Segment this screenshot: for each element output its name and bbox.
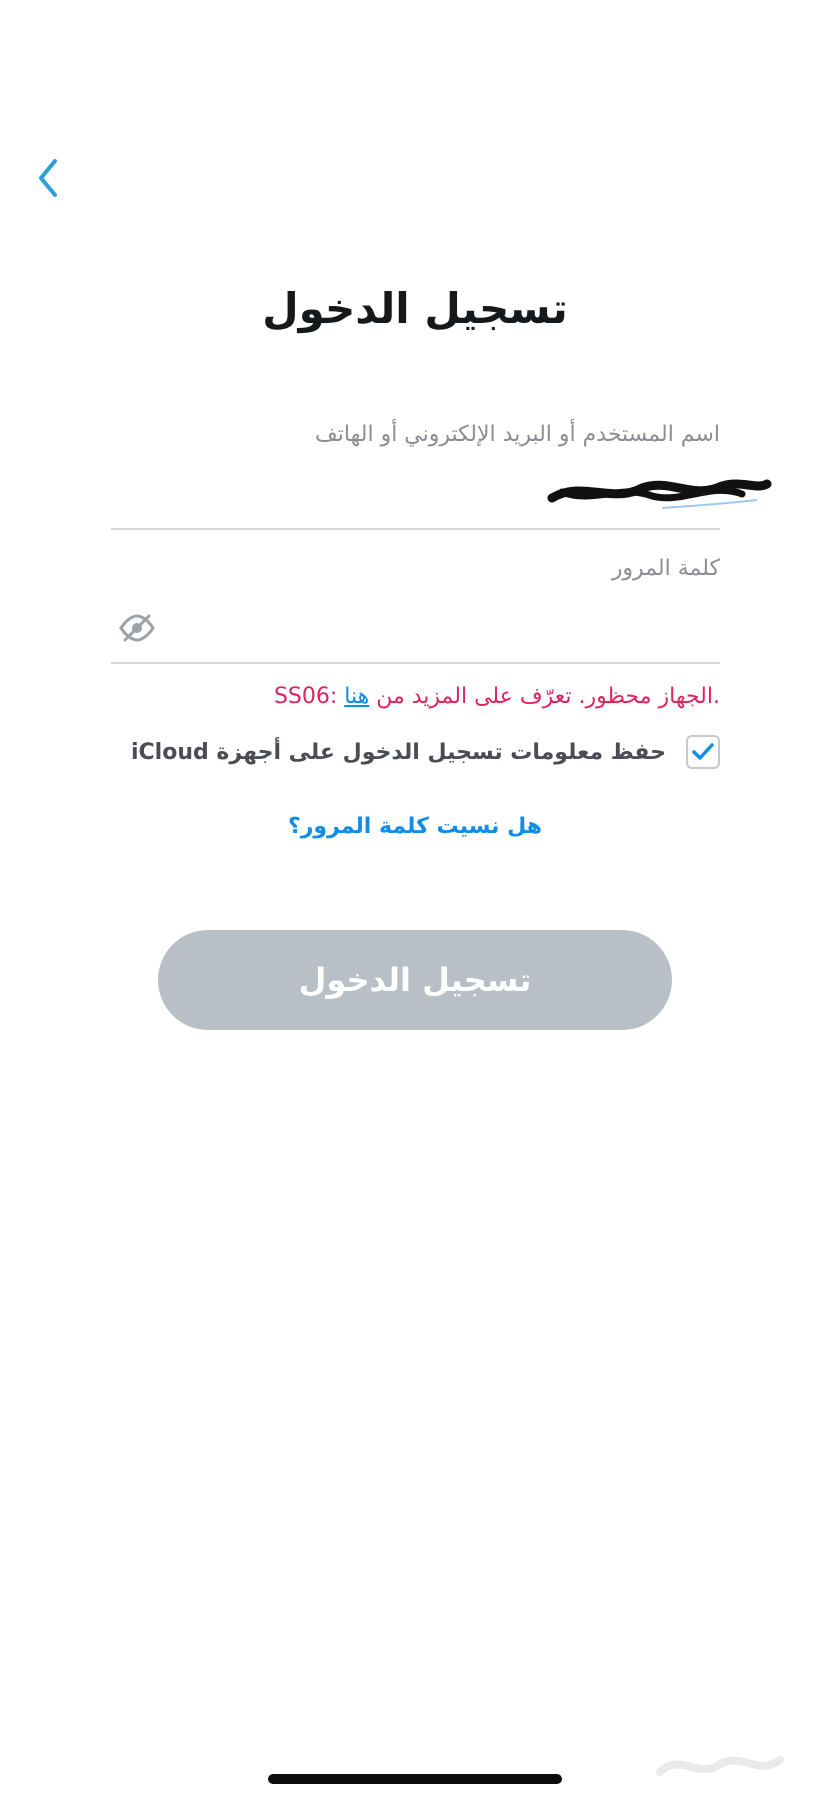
remember-login-label: حفظ معلومات تسجيل الدخول على أجهزة iClou… <box>131 739 666 765</box>
error-learn-more-link[interactable]: هنا <box>344 684 369 709</box>
password-underline <box>111 662 720 664</box>
forgot-password-link[interactable]: هل نسيت كلمة المرور؟ <box>0 814 830 839</box>
username-input[interactable] <box>111 470 720 514</box>
error-text: .الجهاز محظور. تعرّف على المزيد من <box>369 684 720 709</box>
password-field-group: كلمة المرور <box>111 556 720 666</box>
error-code: :SS06 <box>273 684 345 709</box>
back-button[interactable] <box>26 150 70 206</box>
remember-login-checkbox[interactable] <box>686 735 720 769</box>
username-label: اسم المستخدم أو البريد الإلكتروني أو اله… <box>315 422 720 447</box>
login-button[interactable]: تسجيل الدخول <box>158 930 672 1030</box>
password-input[interactable] <box>111 606 720 650</box>
checkmark-icon <box>692 743 714 760</box>
username-underline <box>111 528 720 530</box>
remember-login-row: حفظ معلومات تسجيل الدخول على أجهزة iClou… <box>131 734 720 770</box>
page-title: تسجيل الدخول <box>262 284 568 333</box>
watermark-logo <box>656 1756 784 1776</box>
password-label: كلمة المرور <box>611 556 720 581</box>
eye-off-icon <box>119 614 155 642</box>
error-message: .الجهاز محظور. تعرّف على المزيد من هنا :… <box>274 684 720 709</box>
toggle-password-visibility-button[interactable] <box>117 608 157 648</box>
home-indicator[interactable] <box>268 1774 562 1784</box>
username-field-group: اسم المستخدم أو البريد الإلكتروني أو اله… <box>111 422 772 532</box>
chevron-left-icon <box>39 159 57 197</box>
